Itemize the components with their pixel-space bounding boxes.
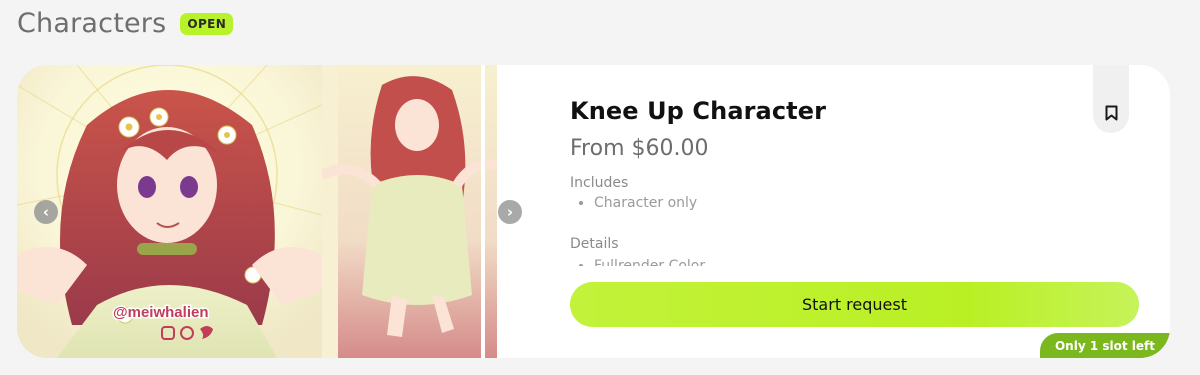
bookmark-button[interactable] [1093, 65, 1129, 133]
status-badge: OPEN [180, 12, 234, 35]
includes-label: Includes [570, 175, 629, 191]
list-item: Character only [594, 195, 1090, 211]
product-title: Knee Up Character [570, 97, 827, 125]
card-info: Knee Up Character From $60.00 Includes C… [570, 97, 1090, 266]
product-price: From $60.00 [570, 136, 709, 161]
artwork-side-image [322, 65, 497, 358]
commission-card: @meiwhalien ‹ › Knee Up Character From $… [17, 65, 1170, 358]
section-header: Characters OPEN [17, 8, 234, 39]
artwork-main-image: @meiwhalien [17, 65, 322, 358]
chevron-left-icon[interactable]: ‹ [34, 200, 58, 224]
bookmark-icon [1105, 105, 1117, 121]
list-item: Fullrender Color [594, 258, 1090, 266]
gallery-divider [481, 65, 485, 358]
includes-list: Character only [570, 195, 1090, 211]
section-title: Characters [17, 8, 167, 39]
chevron-right-icon[interactable]: › [498, 200, 522, 224]
slot-availability-badge: Only 1 slot left [1040, 333, 1170, 358]
details-list: Fullrender Color [570, 258, 1090, 266]
image-gallery[interactable]: @meiwhalien ‹ [17, 65, 497, 358]
start-request-button[interactable]: Start request [570, 282, 1139, 327]
details-label: Details [570, 236, 619, 252]
watermark-handle: @meiwhalien [113, 304, 209, 321]
